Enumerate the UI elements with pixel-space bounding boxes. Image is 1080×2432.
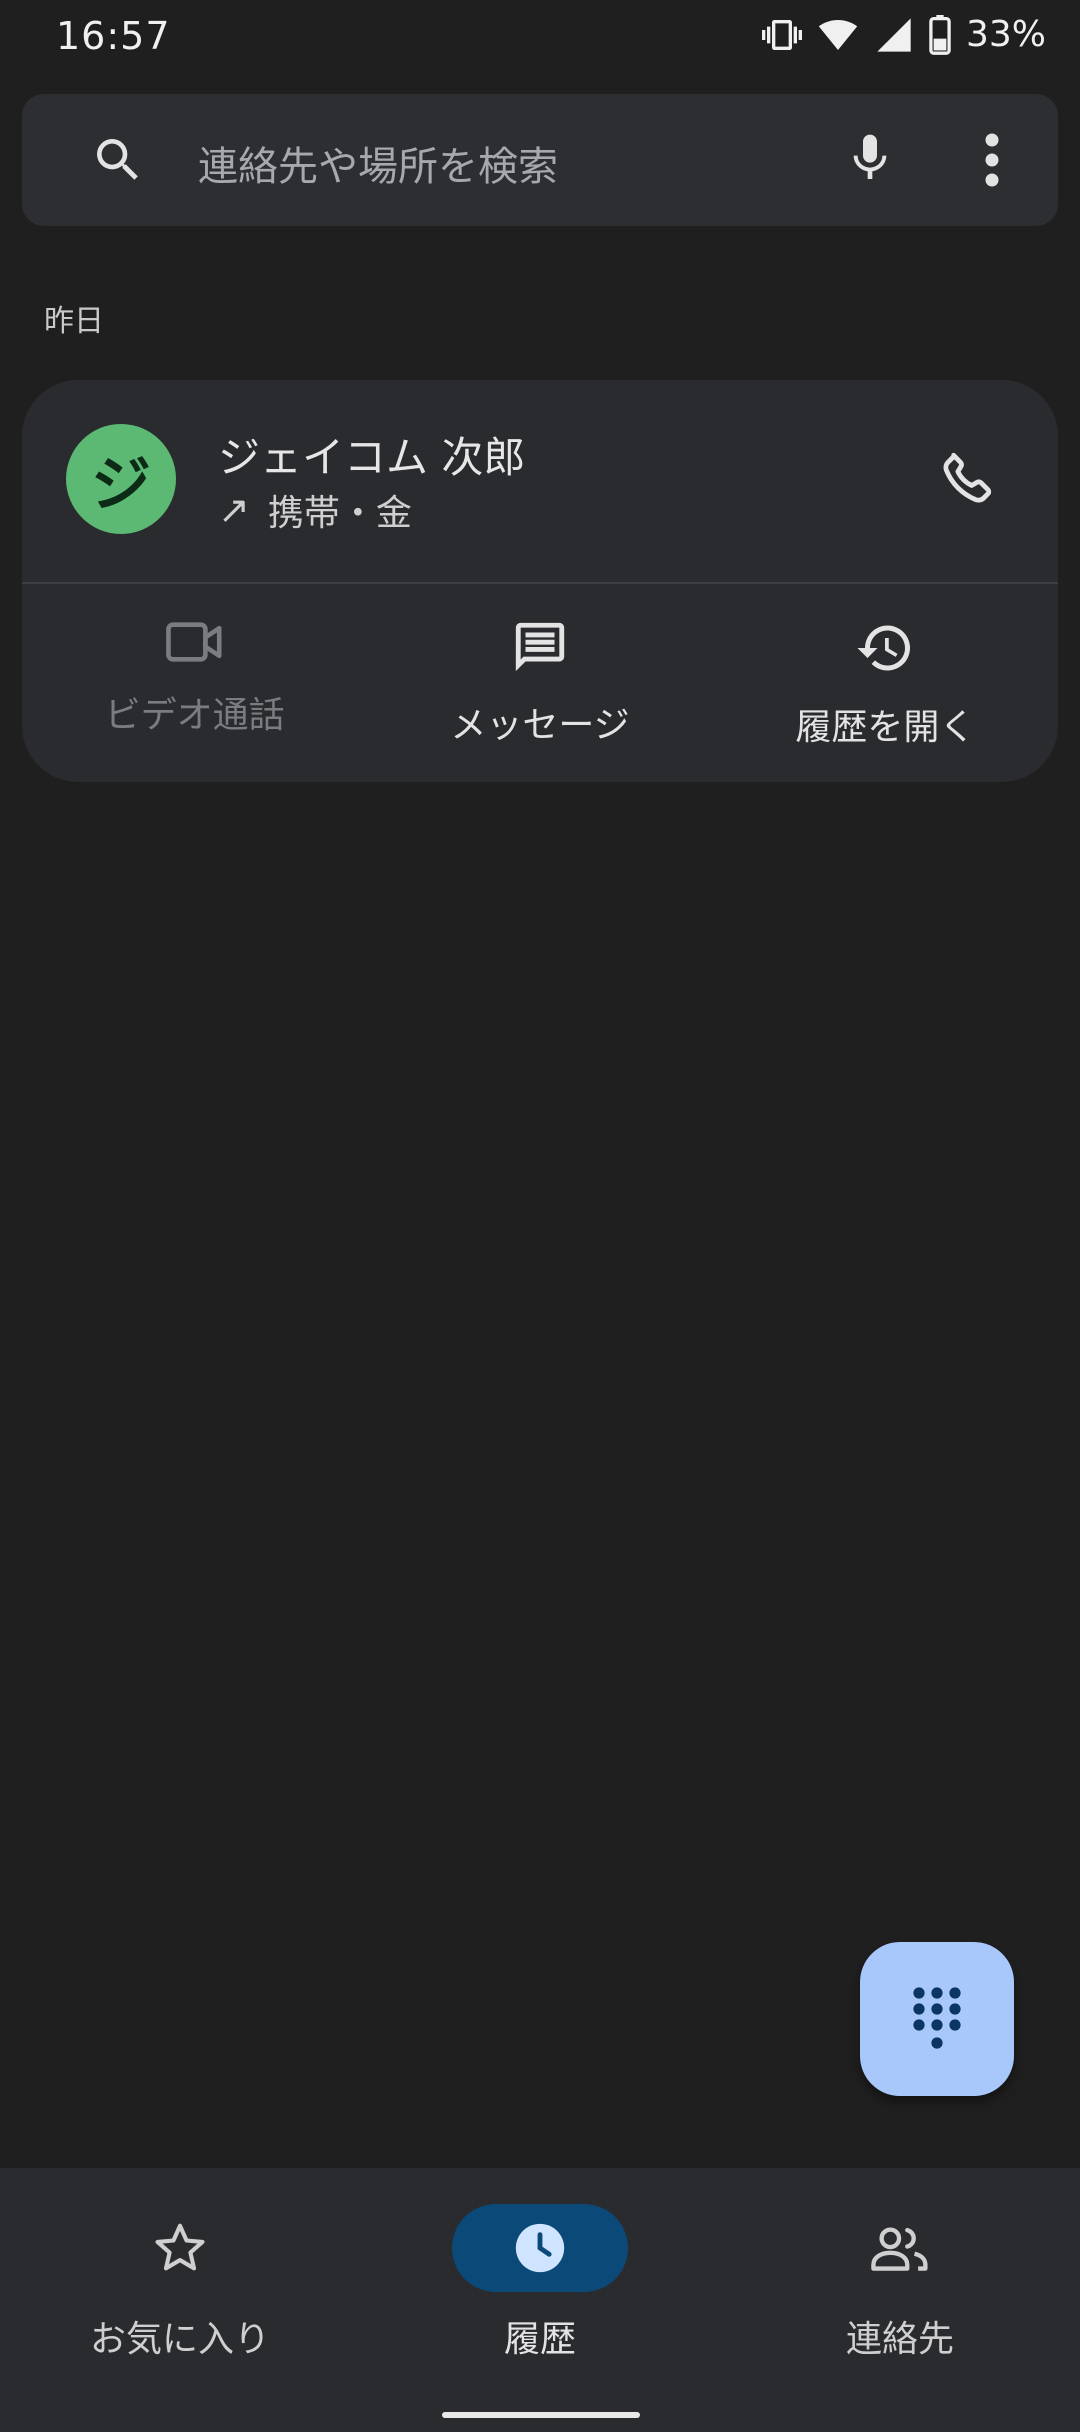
dialpad-icon [913, 1987, 961, 2049]
search-icon [97, 139, 138, 180]
home-indicator[interactable] [442, 2412, 640, 2418]
open-history-label: 履歴を開く [795, 707, 976, 748]
phone-icon[interactable] [936, 446, 1000, 510]
people-icon [871, 2227, 928, 2271]
wifi-icon [818, 19, 858, 50]
videocam-icon [165, 622, 222, 662]
message-button[interactable]: メッセージ [367, 584, 712, 782]
mic-icon[interactable] [842, 124, 898, 192]
nav-history-pill [452, 2204, 628, 2292]
nav-history[interactable]: 履歴 [360, 2204, 720, 2362]
outgoing-call-arrow-icon: ↗ [218, 488, 250, 532]
nav-contacts-label: 連絡先 [845, 2319, 954, 2360]
search-bar[interactable]: 連絡先や場所を検索 [22, 94, 1058, 226]
nav-contacts-pill [812, 2204, 988, 2292]
section-header-date: 昨日 [44, 304, 104, 339]
bottom-navigation: お気に入り 履歴 連絡先 [0, 2168, 1080, 2432]
call-log-card: ジ ジェイコム 次郎 ↗ 携帯・金 ビデオ通話 メッセージ 履歴を開く [22, 380, 1058, 782]
battery-percentage: 33% [965, 14, 1046, 55]
clock-icon [515, 2223, 565, 2273]
more-vert-icon[interactable] [982, 130, 1002, 190]
vibrate-icon [761, 19, 802, 50]
status-bar: 16:57 33% [0, 0, 1080, 80]
open-history-button[interactable]: 履歴を開く [713, 584, 1058, 782]
message-label: メッセージ [450, 705, 630, 746]
call-details: ↗ 携帯・金 [218, 484, 412, 536]
call-log-entry[interactable]: ジ ジェイコム 次郎 ↗ 携帯・金 [22, 380, 1058, 582]
call-actions: ビデオ通話 メッセージ 履歴を開く [22, 584, 1058, 782]
battery-icon [929, 14, 951, 55]
star-icon [155, 2223, 205, 2271]
search-input[interactable]: 連絡先や場所を検索 [198, 134, 558, 192]
history-icon [857, 625, 911, 671]
call-type-day: 携帯・金 [267, 493, 412, 534]
status-time: 16:57 [56, 14, 171, 58]
status-icons: 33% [761, 14, 1046, 55]
dialpad-button[interactable] [860, 1942, 1014, 2096]
nav-contacts[interactable]: 連絡先 [720, 2204, 1080, 2362]
video-call-button[interactable]: ビデオ通話 [22, 584, 367, 782]
nav-favorites-label: お気に入り [89, 2319, 270, 2360]
nav-history-label: 履歴 [503, 2319, 576, 2360]
message-icon [515, 622, 565, 672]
signal-icon [877, 17, 911, 52]
contact-name: ジェイコム 次郎 [218, 433, 526, 482]
video-call-label: ビデオ通話 [104, 695, 285, 736]
nav-favorites-pill [92, 2204, 268, 2292]
avatar[interactable]: ジ [66, 424, 176, 534]
nav-favorites[interactable]: お気に入り [0, 2204, 360, 2362]
